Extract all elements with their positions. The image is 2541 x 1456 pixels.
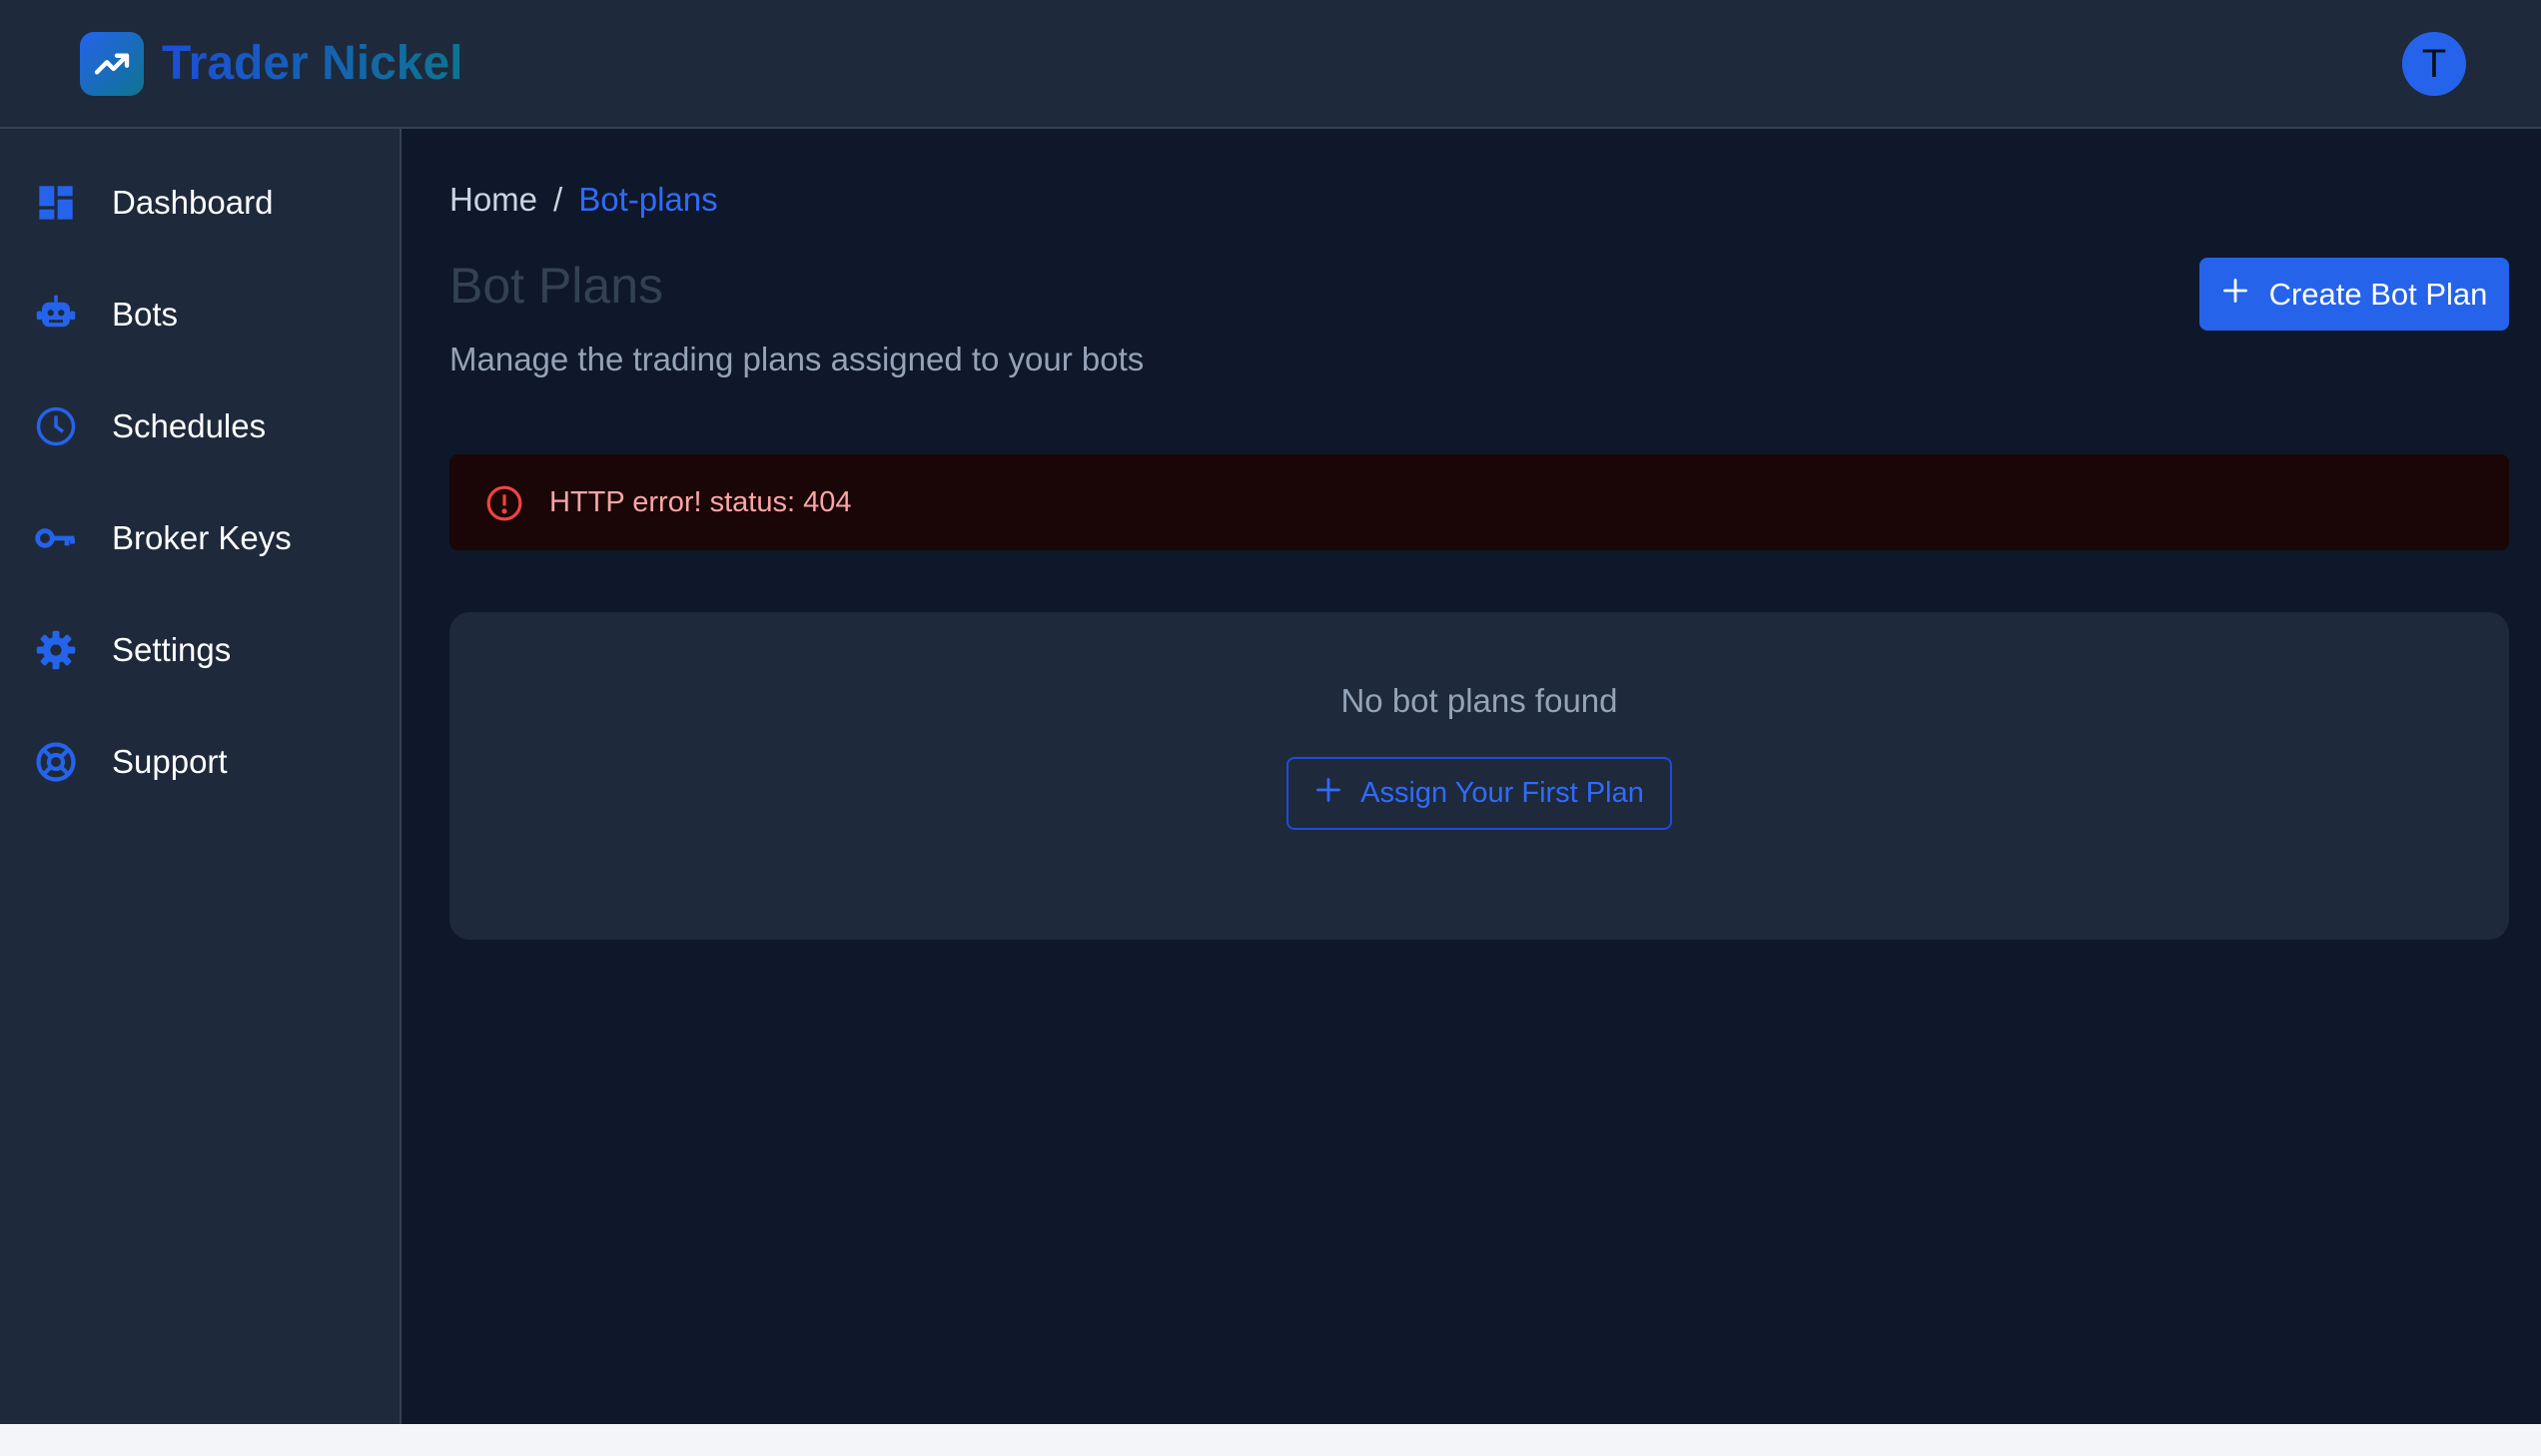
empty-state-card: No bot plans found Assign Your First Pla… (449, 612, 2509, 940)
page-title: Bot Plans (449, 258, 664, 314)
lifebuoy-icon (34, 740, 78, 784)
sidebar: Dashboard Bots Schedules Broker Keys Set… (0, 129, 402, 1424)
breadcrumb-current[interactable]: Bot-plans (578, 181, 717, 219)
main-content: Home / Bot-plans Bot Plans Manage the tr… (402, 129, 2541, 1424)
brand-name[interactable]: Trader Nickel (162, 34, 463, 94)
breadcrumb-separator: / (553, 181, 563, 218)
sidebar-item-label: Broker Keys (112, 519, 292, 556)
top-bar: Trader Nickel T (0, 0, 2541, 129)
error-icon (485, 484, 523, 527)
assign-first-plan-label: Assign Your First Plan (1360, 777, 1644, 809)
sidebar-item-broker-keys[interactable]: Broker Keys (0, 488, 400, 588)
assign-first-plan-button[interactable]: Assign Your First Plan (1286, 757, 1672, 830)
user-avatar[interactable]: T (2402, 32, 2466, 96)
plus-icon (1314, 776, 1342, 812)
dashboard-icon (34, 181, 78, 225)
sidebar-item-dashboard[interactable]: Dashboard (0, 153, 400, 253)
app-root: Trader Nickel T Dashboard Bots Schedules… (0, 0, 2541, 1424)
sidebar-item-label: Settings (112, 631, 232, 668)
sidebar-item-schedules[interactable]: Schedules (0, 376, 400, 476)
page-bottom-strip (0, 1424, 2541, 1456)
breadcrumb-home[interactable]: Home (449, 181, 537, 219)
trending-up-icon[interactable] (80, 32, 144, 96)
sidebar-item-label: Bots (112, 296, 179, 333)
error-alert: HTTP error! status: 404 (449, 454, 2509, 550)
key-icon (34, 516, 78, 560)
page-subtitle: Manage the trading plans assigned to you… (449, 341, 1145, 377)
gear-icon (34, 628, 78, 672)
create-bot-plan-button[interactable]: Create Bot Plan (2199, 258, 2509, 331)
sidebar-item-bots[interactable]: Bots (0, 265, 400, 364)
robot-icon (34, 293, 78, 337)
error-message: HTTP error! status: 404 (549, 485, 852, 518)
plus-icon (2221, 277, 2249, 313)
sidebar-item-label: Support (112, 743, 228, 780)
sidebar-item-label: Dashboard (112, 184, 274, 221)
sidebar-item-support[interactable]: Support (0, 712, 400, 812)
empty-state-message: No bot plans found (1340, 682, 1618, 719)
sidebar-item-label: Schedules (112, 407, 267, 444)
breadcrumb: Home / Bot-plans (449, 181, 718, 219)
clock-icon (34, 404, 78, 448)
create-bot-plan-label: Create Bot Plan (2268, 276, 2488, 312)
sidebar-item-settings[interactable]: Settings (0, 600, 400, 700)
